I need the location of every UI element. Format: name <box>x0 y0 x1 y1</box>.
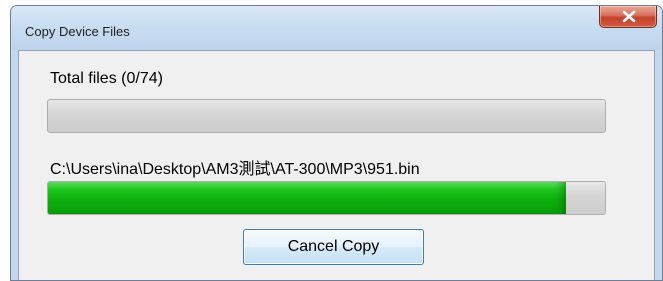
cancel-copy-button[interactable]: Cancel Copy <box>243 229 424 265</box>
window-title: Copy Device Files <box>25 24 130 39</box>
dialog-content: Total files (0/74) C:\Users\ina\Desktop\… <box>18 50 655 280</box>
close-button[interactable] <box>599 6 657 28</box>
file-progress-fill <box>48 182 566 214</box>
close-x-icon <box>622 10 636 23</box>
title-bar[interactable]: Copy Device Files <box>11 6 662 50</box>
total-files-label: Total files (0/74) <box>50 70 163 87</box>
file-progress-bar <box>47 181 606 215</box>
copy-files-dialog: Copy Device Files Total files (0/74) C:\… <box>10 5 663 281</box>
total-progress-bar <box>47 99 606 133</box>
current-file-path: C:\Users\ina\Desktop\AM3測試\AT-300\MP3\95… <box>50 161 420 178</box>
